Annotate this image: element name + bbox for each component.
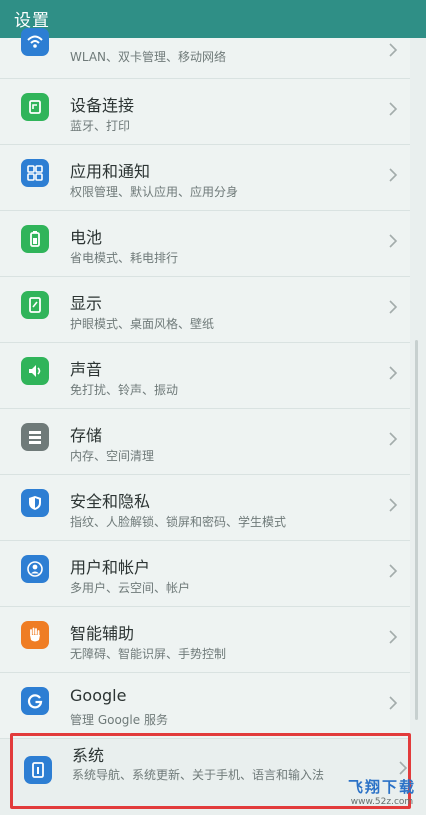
watermark-url: www.52z.com: [350, 797, 414, 807]
battery-icon: [21, 225, 49, 253]
settings-item-system-title[interactable]: 系统: [72, 742, 104, 766]
watermark: 飞翔下载 www.52z.com: [348, 776, 416, 807]
chevron-right-icon: [388, 299, 398, 315]
watermark-main: 飞翔下载: [347, 778, 416, 796]
settings-item-title: 显示: [70, 294, 103, 313]
system-icon: [24, 756, 52, 784]
shield-icon: [21, 489, 49, 517]
settings-item-subtitle: 指纹、人脸解锁、锁屏和密码、学生模式: [70, 515, 287, 529]
chevron-right-icon: [398, 760, 408, 776]
settings-item-wireless-networks[interactable]: WLAN、双卡管理、移动网络: [0, 28, 410, 79]
settings-list: WLAN、双卡管理、移动网络 设备连接 蓝牙、打印 应用和通知 权限管理、默认应…: [0, 28, 426, 739]
scrollbar[interactable]: [415, 340, 418, 720]
device-connection-icon: [21, 93, 49, 121]
user-icon: [21, 555, 49, 583]
app-header: 设置: [0, 0, 426, 38]
settings-item-google[interactable]: Google 管理 Google 服务: [0, 673, 410, 739]
settings-item-subtitle: 权限管理、默认应用、应用分身: [70, 185, 239, 199]
settings-item-subtitle: 内存、空间清理: [70, 449, 155, 463]
display-icon: [21, 291, 49, 319]
settings-item-battery[interactable]: 电池 省电模式、耗电排行: [0, 211, 410, 277]
settings-item-subtitle: WLAN、双卡管理、移动网络: [70, 50, 227, 64]
settings-item-apps-notifications[interactable]: 应用和通知 权限管理、默认应用、应用分身: [0, 145, 410, 211]
wifi-icon: [21, 28, 49, 56]
google-icon: [21, 687, 49, 715]
settings-item-title: 应用和通知: [70, 162, 151, 181]
settings-item-title: 电池: [70, 228, 103, 247]
settings-item-title: Google: [70, 686, 127, 705]
chevron-right-icon: [388, 101, 398, 117]
chevron-right-icon: [388, 497, 398, 513]
chevron-right-icon: [388, 167, 398, 183]
settings-item-title: 用户和帐户: [70, 558, 151, 577]
settings-item-subtitle: 护眼模式、桌面风格、壁纸: [70, 317, 215, 331]
storage-icon: [21, 423, 49, 451]
settings-item-security-privacy[interactable]: 安全和隐私 指纹、人脸解锁、锁屏和密码、学生模式: [0, 475, 410, 541]
chevron-right-icon: [388, 431, 398, 447]
settings-item-display[interactable]: 显示 护眼模式、桌面风格、壁纸: [0, 277, 410, 343]
settings-item-users-accounts[interactable]: 用户和帐户 多用户、云空间、帐户: [0, 541, 410, 607]
settings-item-storage[interactable]: 存储 内存、空间清理: [0, 409, 410, 475]
settings-item-subtitle: 省电模式、耗电排行: [70, 251, 179, 265]
settings-item-subtitle: 多用户、云空间、帐户: [70, 581, 191, 595]
settings-item-system-subtitle[interactable]: 系统导航、系统更新、关于手机、语言和输入法: [72, 766, 382, 784]
settings-item-subtitle: 管理 Google 服务: [70, 713, 168, 727]
chevron-right-icon: [388, 563, 398, 579]
settings-item-smart-assistance[interactable]: 智能辅助 无障碍、智能识屏、手势控制: [0, 607, 410, 673]
chevron-right-icon: [388, 42, 398, 58]
chevron-right-icon: [388, 695, 398, 711]
chevron-right-icon: [388, 629, 398, 645]
sound-icon: [21, 357, 49, 385]
settings-item-title: 声音: [70, 360, 103, 379]
settings-item-title: 存储: [70, 426, 103, 445]
settings-item-sound[interactable]: 声音 免打扰、铃声、振动: [0, 343, 410, 409]
settings-item-subtitle: 无障碍、智能识屏、手势控制: [70, 647, 227, 661]
settings-item-title: 智能辅助: [70, 624, 135, 643]
apps-icon: [21, 159, 49, 187]
hand-icon: [21, 621, 49, 649]
settings-item-subtitle: 免打扰、铃声、振动: [70, 383, 179, 397]
settings-item-subtitle: 蓝牙、打印: [70, 119, 131, 133]
chevron-right-icon: [388, 233, 398, 249]
settings-item-device-connection[interactable]: 设备连接 蓝牙、打印: [0, 79, 410, 145]
settings-item-title: 设备连接: [70, 96, 135, 115]
settings-item-title: 安全和隐私: [70, 492, 151, 511]
chevron-right-icon: [388, 365, 398, 381]
